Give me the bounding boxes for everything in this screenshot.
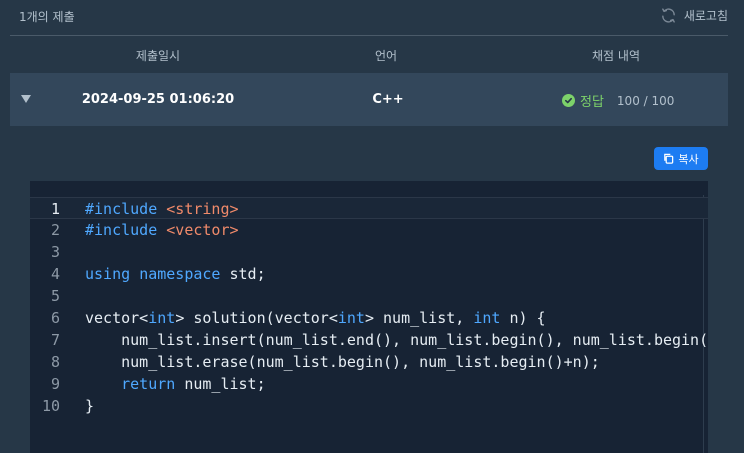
status-badge: 정답 [580, 95, 604, 110]
code-line[interactable]: 5 [30, 285, 708, 307]
refresh-label: 새로고침 [683, 9, 728, 23]
code-editor[interactable]: 1 #include <string> 2 #include <vector> 3 4 us… [30, 181, 708, 453]
submission-result: 정답 100 / 100 [562, 91, 674, 110]
line-number: 8 [50, 353, 60, 371]
copy-label: 복사 [678, 152, 699, 166]
code-line[interactable]: 1 #include <string> [30, 197, 708, 219]
check-circle-icon [562, 94, 575, 107]
code-text: } [85, 397, 95, 415]
submission-count: 1개의 제출 [19, 10, 75, 24]
code-text: return num_list; [121, 375, 266, 393]
code-text: #include <vector> [85, 221, 239, 239]
line-number: 5 [50, 287, 60, 305]
code-text: num_list.erase(num_list.begin(), num_lis… [85, 353, 600, 371]
copy-icon [664, 153, 674, 164]
code-text: num_list.insert(num_list.end(), num_list… [85, 331, 708, 349]
code-line[interactable]: 6 vector<int> solution(vector<int> num_li… [30, 307, 708, 329]
code-line[interactable]: 9 return num_list; [30, 373, 708, 395]
column-result: 채점 내역 [592, 49, 640, 63]
code-text: using namespace std; [85, 265, 266, 283]
submission-language: C++ [372, 92, 404, 107]
column-language: 언어 [374, 49, 398, 63]
code-line[interactable]: 10} [30, 395, 708, 417]
table-header: 제출일시 언어 채점 내역 [10, 35, 728, 74]
code-line[interactable]: 7 num_list.insert(num_list.end(), num_li… [30, 329, 708, 351]
refresh-button[interactable]: 새로고침 [660, 7, 728, 24]
column-datetime: 제출일시 [135, 49, 181, 63]
line-number: 2 [50, 221, 60, 239]
line-number: 10 [41, 397, 60, 415]
code-text: #include <string> [85, 200, 239, 218]
code-text: vector<int> solution(vector<int> num_lis… [85, 309, 546, 327]
line-number: 3 [50, 243, 60, 261]
line-number: 4 [50, 265, 60, 283]
line-number: 1 [50, 200, 60, 218]
line-number: 6 [50, 309, 60, 327]
code-line[interactable]: 4 using namespace std; [30, 263, 708, 285]
refresh-icon [661, 8, 675, 23]
copy-button[interactable]: 복사 [654, 147, 708, 170]
line-number: 9 [50, 375, 60, 393]
topbar: 1개의 제출 새로고침 [0, 0, 744, 34]
submission-datetime: 2024-09-25 01:06:20 [81, 92, 235, 107]
code-line[interactable]: 2 #include <vector> [30, 219, 708, 241]
submission-row[interactable]: 2024-09-25 01:06:20 C++ 정답 100 / 100 [10, 73, 728, 126]
line-number: 7 [50, 331, 60, 349]
score-text: 100 / 100 [616, 93, 675, 108]
code-line[interactable]: 8 num_list.erase(num_list.begin(), num_l… [30, 351, 708, 373]
caret-down-icon[interactable] [21, 95, 31, 103]
code-line[interactable]: 3 [30, 241, 708, 263]
